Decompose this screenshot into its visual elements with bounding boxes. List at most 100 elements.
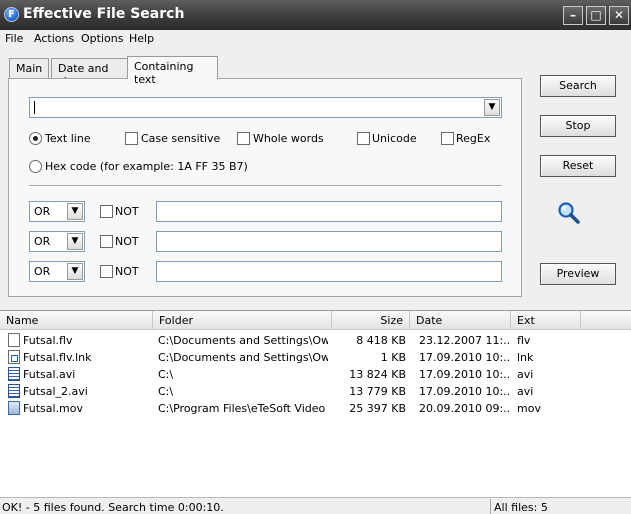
file-folder: C:\Documents and Settings\Ow... <box>158 334 328 347</box>
condition-text-input[interactable] <box>156 231 502 252</box>
file-ext: avi <box>517 385 534 398</box>
all-files-count: All files: 5 <box>494 501 548 514</box>
not-checkbox[interactable] <box>100 265 113 278</box>
not-label: NOT <box>115 265 139 278</box>
title-bar[interactable]: F Effective File Search – □ ✕ <box>0 0 631 30</box>
file-size: 8 418 KB <box>356 334 406 347</box>
operator-select[interactable]: OR ▼ <box>29 261 85 282</box>
operator-value: OR <box>34 205 51 218</box>
search-text-combo[interactable]: ▼ <box>29 97 502 118</box>
column-header-date[interactable]: Date <box>410 311 511 330</box>
status-bar: OK! - 5 files found. Search time 0:00:10… <box>0 497 631 514</box>
text-line-label: Text line <box>45 132 91 145</box>
maximize-button[interactable]: □ <box>586 6 606 25</box>
hex-code-label: Hex code (for example: 1A FF 35 B7) <box>45 160 248 173</box>
file-size: 13 779 KB <box>349 385 406 398</box>
whole-words-checkbox[interactable] <box>237 132 250 145</box>
reset-button[interactable]: Reset <box>540 155 616 177</box>
column-header-name[interactable]: Name <box>0 311 153 330</box>
table-row[interactable]: Futsal.flv.lnk C:\Documents and Settings… <box>0 349 631 366</box>
not-checkbox[interactable] <box>100 205 113 218</box>
menu-actions[interactable]: Actions <box>34 32 74 45</box>
quicktime-file-icon <box>8 401 20 415</box>
chevron-down-icon[interactable]: ▼ <box>67 233 83 250</box>
separator <box>29 185 502 187</box>
file-date: 17.09.2010 10:... <box>419 385 509 398</box>
shortcut-file-icon <box>8 350 20 364</box>
chevron-down-icon[interactable]: ▼ <box>484 99 500 116</box>
status-divider <box>490 499 491 514</box>
file-folder: C:\Program Files\eTeSoft Video ... <box>158 402 328 415</box>
table-row[interactable]: Futsal_2.avi C:\ 13 779 KB 17.09.2010 10… <box>0 383 631 400</box>
whole-words-label: Whole words <box>253 132 324 145</box>
not-label: NOT <box>115 235 139 248</box>
regex-checkbox[interactable] <box>441 132 454 145</box>
file-name: Futsal.mov <box>23 402 83 415</box>
operator-select[interactable]: OR ▼ <box>29 231 85 252</box>
condition-text-input[interactable] <box>156 261 502 282</box>
table-row[interactable]: Futsal.avi C:\ 13 824 KB 17.09.2010 10:.… <box>0 366 631 383</box>
status-message: OK! - 5 files found. Search time 0:00:10… <box>2 501 224 514</box>
operator-select[interactable]: OR ▼ <box>29 201 85 222</box>
video-file-icon <box>8 384 20 398</box>
column-header-folder[interactable]: Folder <box>153 311 332 330</box>
file-folder: C:\ <box>158 368 174 381</box>
chevron-down-icon[interactable]: ▼ <box>67 203 83 220</box>
unicode-checkbox[interactable] <box>357 132 370 145</box>
case-sensitive-checkbox[interactable] <box>125 132 138 145</box>
file-size: 1 KB <box>380 351 406 364</box>
table-row[interactable]: Futsal.mov C:\Program Files\eTeSoft Vide… <box>0 400 631 417</box>
file-date: 23.12.2007 11:... <box>419 334 509 347</box>
column-header-filler <box>581 311 631 330</box>
file-ext: avi <box>517 368 534 381</box>
operator-value: OR <box>34 235 51 248</box>
results-list[interactable]: Name Folder Size Date Ext Futsal.flv C:\… <box>0 310 631 497</box>
hex-code-radio[interactable] <box>29 160 42 173</box>
table-row[interactable]: Futsal.flv C:\Documents and Settings\Ow.… <box>0 332 631 349</box>
tab-containing-text[interactable]: Containing text <box>127 56 218 86</box>
search-button[interactable]: Search <box>540 75 616 97</box>
video-file-icon <box>8 367 20 381</box>
file-folder: C:\Documents and Settings\Ow... <box>158 351 328 364</box>
containing-text-panel: ▼ Text line Case sensitive Whole words U… <box>8 78 522 297</box>
preview-button[interactable]: Preview <box>540 263 616 285</box>
condition-text-input[interactable] <box>156 201 502 222</box>
window-title: Effective File Search <box>23 6 185 22</box>
column-header-ext[interactable]: Ext <box>511 311 581 330</box>
file-date: 17.09.2010 10:... <box>419 368 509 381</box>
menu-help[interactable]: Help <box>129 32 154 45</box>
file-ext: flv <box>517 334 531 347</box>
menu-file[interactable]: File <box>5 32 23 45</box>
operator-value: OR <box>34 265 51 278</box>
app-icon: F <box>4 7 19 22</box>
chevron-down-icon[interactable]: ▼ <box>67 263 83 280</box>
magnifier-icon <box>558 202 580 224</box>
unicode-label: Unicode <box>372 132 417 145</box>
not-label: NOT <box>115 205 139 218</box>
minimize-button[interactable]: – <box>563 6 583 25</box>
file-ext: lnk <box>517 351 534 364</box>
column-header-size[interactable]: Size <box>332 311 410 330</box>
tab-date-and-size[interactable]: Date and size <box>51 58 129 88</box>
file-size: 13 824 KB <box>349 368 406 381</box>
file-name: Futsal.flv <box>23 334 73 347</box>
stop-button[interactable]: Stop <box>540 115 616 137</box>
menu-bar: File Actions Options Help <box>0 30 631 48</box>
tab-main[interactable]: Main <box>9 58 49 78</box>
file-size: 25 397 KB <box>349 402 406 415</box>
regex-label: RegEx <box>456 132 491 145</box>
close-button[interactable]: ✕ <box>609 6 629 25</box>
menu-options[interactable]: Options <box>81 32 123 45</box>
not-checkbox[interactable] <box>100 235 113 248</box>
case-sensitive-label: Case sensitive <box>141 132 221 145</box>
text-file-icon <box>8 333 20 347</box>
file-date: 17.09.2010 10:... <box>419 351 509 364</box>
file-name: Futsal.flv.lnk <box>23 351 92 364</box>
file-ext: mov <box>517 402 541 415</box>
text-caret <box>34 101 35 114</box>
text-line-radio[interactable] <box>29 132 42 145</box>
file-folder: C:\ <box>158 385 174 398</box>
app-window: F Effective File Search – □ ✕ File Actio… <box>0 0 631 514</box>
file-name: Futsal.avi <box>23 368 76 381</box>
file-name: Futsal_2.avi <box>23 385 88 398</box>
